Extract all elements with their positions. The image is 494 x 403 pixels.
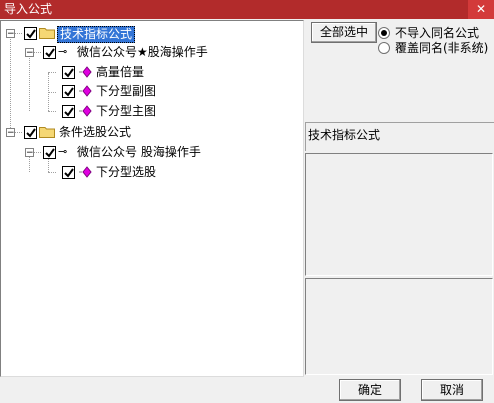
tree-label: 高量倍量 — [96, 65, 145, 79]
checkbox[interactable] — [62, 105, 75, 118]
tree-label: 条件选股公式 — [59, 125, 132, 139]
title-bar: 导入公式 ✕ — [0, 0, 494, 19]
select-all-button[interactable]: 全部选中 — [311, 22, 377, 43]
diamond-icon — [79, 166, 92, 178]
diamond-icon — [79, 66, 92, 78]
diamond-icon — [79, 85, 92, 97]
radio-overwrite[interactable]: 覆盖同名(非系统) — [378, 41, 488, 55]
close-icon: ✕ — [475, 2, 487, 16]
tree-node-formula[interactable]: 高量倍量 — [1, 64, 301, 82]
tree-label: 微信公众号★股海操作手 — [77, 45, 208, 59]
checkbox[interactable] — [43, 146, 56, 159]
collapse-toggle[interactable]: − — [6, 128, 15, 138]
key-icon: ⊸ — [58, 145, 68, 158]
tree-node-author-2[interactable]: − ⊸ 微信公众号 股海操作手 — [1, 144, 301, 162]
checkbox[interactable] — [62, 66, 75, 79]
checkbox[interactable] — [43, 46, 56, 59]
checkbox[interactable] — [62, 166, 75, 179]
tree-label: 下分型副图 — [96, 84, 157, 98]
formula-detail-pane — [305, 278, 493, 375]
window-title: 导入公式 — [4, 2, 53, 16]
tree-label: 技术指标公式 — [57, 26, 136, 43]
ok-button[interactable]: 确定 — [339, 379, 401, 401]
tree-node-formula[interactable]: 下分型副图 — [1, 83, 301, 101]
collapse-toggle[interactable]: − — [6, 29, 15, 39]
tree-node-formula[interactable]: 下分型主图 — [1, 103, 301, 121]
tree-node-formula[interactable]: 下分型选股 — [1, 164, 301, 182]
key-icon: ⊸ — [58, 45, 68, 58]
radio-no-import[interactable]: 不导入同名公式 — [378, 26, 479, 40]
radio-button[interactable] — [378, 41, 390, 54]
radio-button-checked[interactable] — [378, 26, 390, 39]
tree-node-condition-formula[interactable]: − 条件选股公式 — [1, 124, 301, 142]
folder-icon — [39, 28, 55, 39]
tree-node-author-1[interactable]: − ⊸ 微信公众号★股海操作手 — [1, 44, 301, 62]
tree-label: 微信公众号 股海操作手 — [77, 145, 201, 159]
tree-label: 下分型主图 — [96, 104, 157, 118]
radio-label: 覆盖同名(非系统) — [395, 41, 489, 55]
tree-node-tech-formula[interactable]: − 技术指标公式 — [1, 25, 301, 43]
cancel-button[interactable]: 取消 — [421, 379, 483, 401]
formula-tree[interactable]: − 技术指标公式 − ⊸ 微信公众号★股海操作手 高量倍量 下分型副图 下分型主… — [0, 20, 304, 377]
collapse-toggle[interactable]: − — [25, 148, 34, 158]
radio-label: 不导入同名公式 — [395, 26, 480, 40]
tree-label: 下分型选股 — [96, 165, 157, 179]
close-button[interactable]: ✕ — [468, 0, 494, 19]
folder-icon — [39, 127, 55, 138]
checkbox[interactable] — [62, 85, 75, 98]
collapse-toggle[interactable]: − — [25, 48, 34, 58]
checkbox[interactable] — [24, 27, 37, 40]
diamond-icon — [79, 105, 92, 117]
formula-type-header: 技术指标公式 — [305, 122, 494, 151]
formula-type-label: 技术指标公式 — [308, 128, 381, 142]
formula-description-pane — [305, 153, 493, 276]
checkbox[interactable] — [24, 126, 37, 139]
